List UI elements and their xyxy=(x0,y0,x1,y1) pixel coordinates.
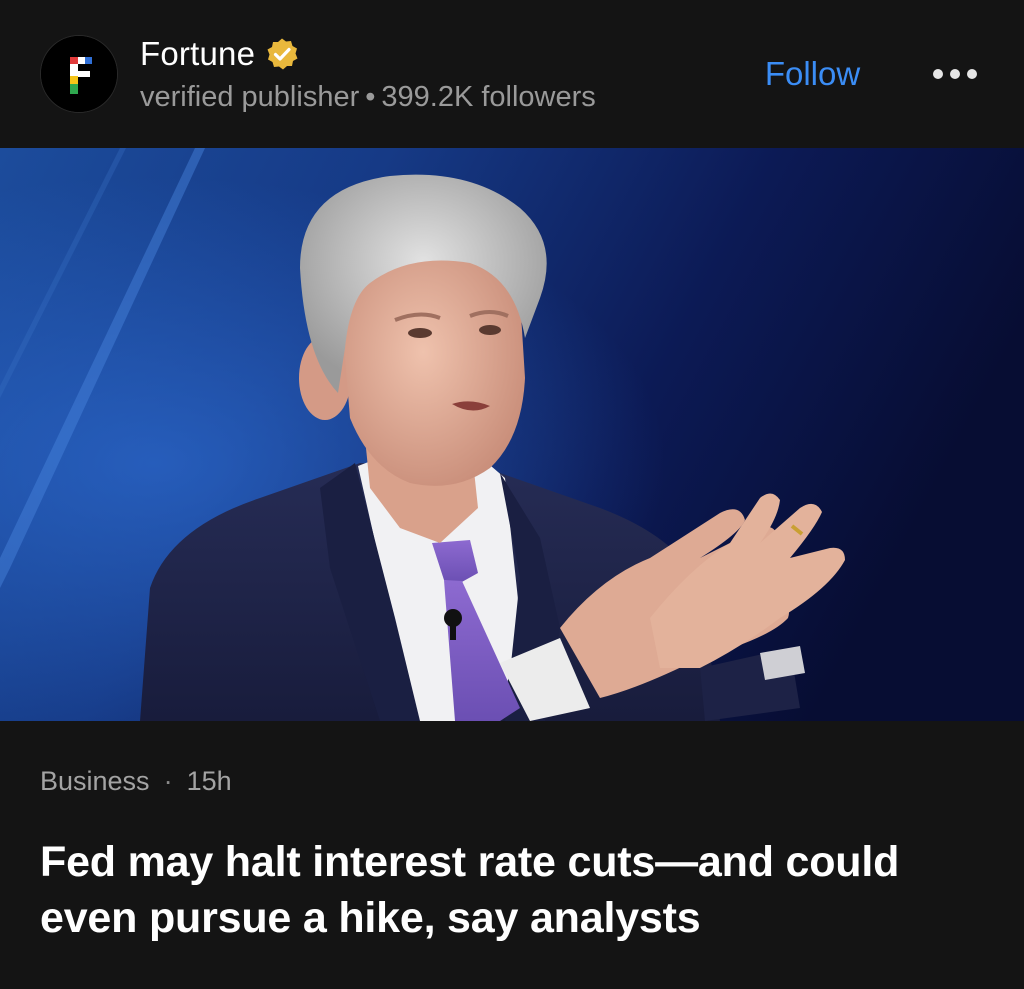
article-photo xyxy=(0,148,1024,721)
follow-button[interactable]: Follow xyxy=(750,52,875,96)
publisher-logo[interactable] xyxy=(40,35,118,113)
publisher-name[interactable]: Fortune xyxy=(140,35,255,73)
more-dots-icon xyxy=(933,69,977,79)
fortune-logo-icon xyxy=(41,36,117,112)
meta-separator: • xyxy=(365,81,376,113)
more-options-button[interactable] xyxy=(925,56,985,92)
verified-badge-icon xyxy=(267,38,298,70)
article-category[interactable]: Business xyxy=(40,766,150,796)
feed-card[interactable]: Fortune verified publisher • 399.2K follow… xyxy=(0,0,1024,989)
publisher-header: Fortune verified publisher • 399.2K follow… xyxy=(0,0,1024,148)
article-image[interactable] xyxy=(0,148,1024,721)
meta-dot: · xyxy=(163,766,173,796)
publisher-meta: verified publisher • 399.2K followers xyxy=(140,81,596,114)
article-meta: Business · 15h xyxy=(40,766,232,797)
article-age: 15h xyxy=(186,766,232,796)
publisher-name-row: Fortune xyxy=(140,34,299,74)
article-headline[interactable]: Fed may halt interest rate cuts—and coul… xyxy=(40,834,990,946)
follower-count: 399.2K followers xyxy=(381,81,596,113)
publisher-subtitle: verified publisher xyxy=(140,81,360,113)
